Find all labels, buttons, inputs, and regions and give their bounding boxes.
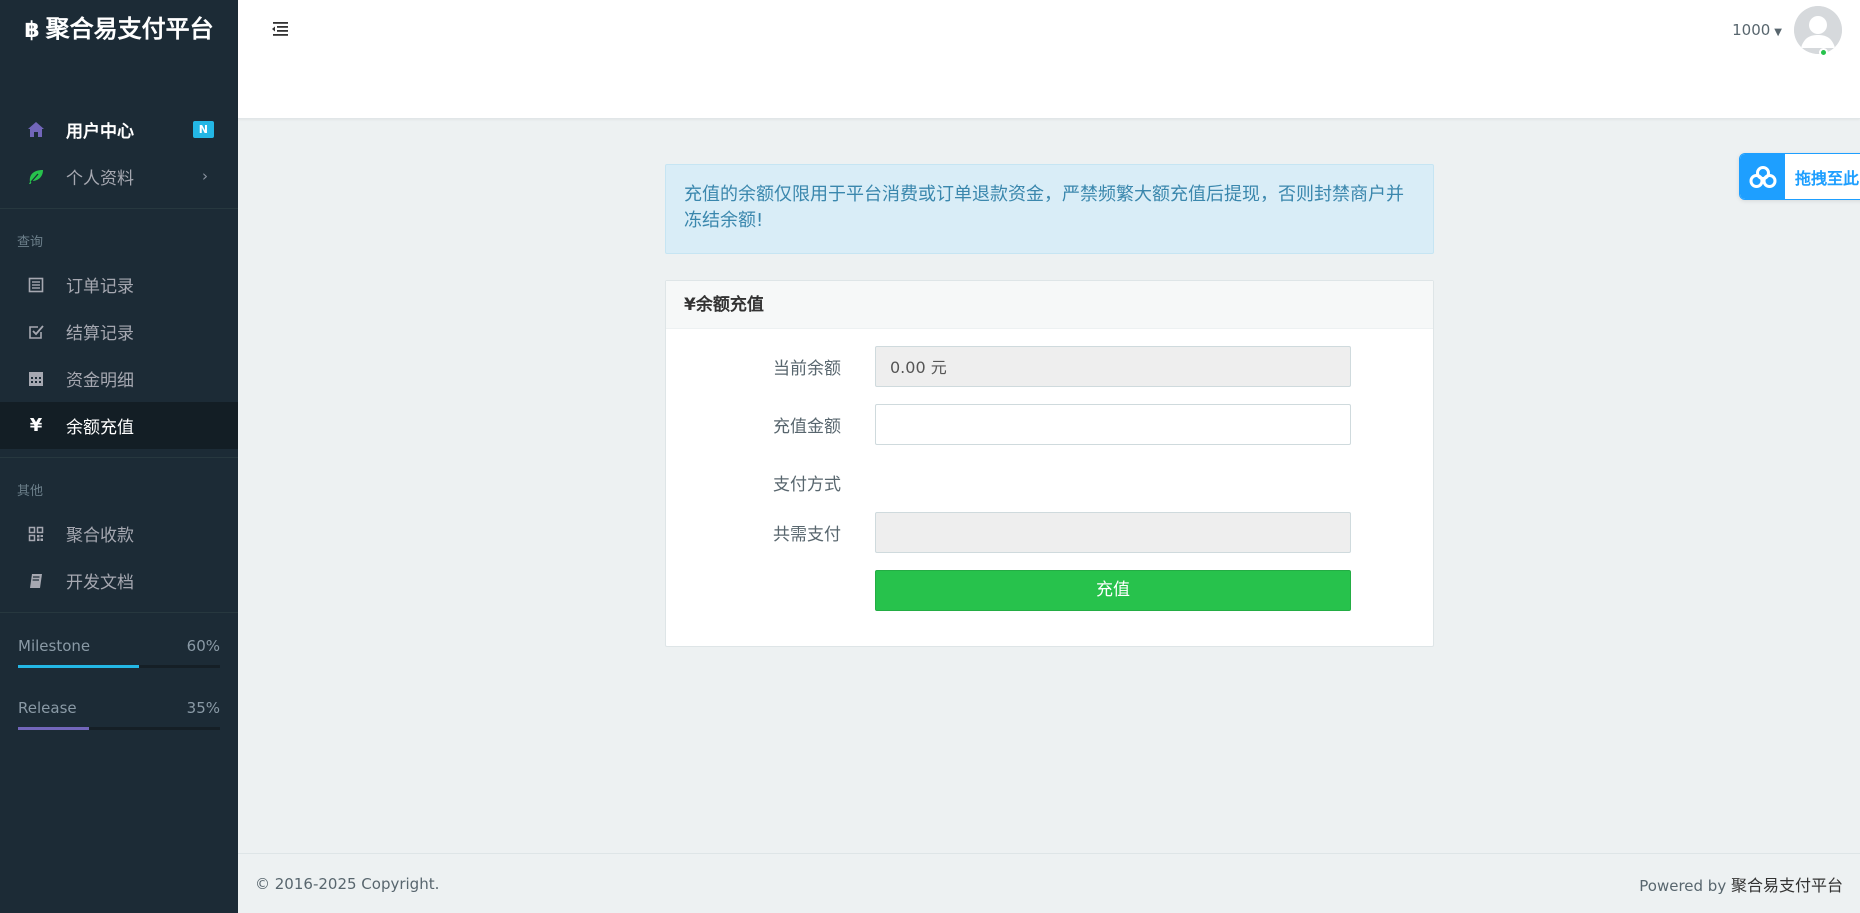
progress-bar-milestone bbox=[18, 665, 220, 668]
progress-block: Milestone 60% Release 35% bbox=[0, 633, 238, 730]
sidebar-item-aggregate-payment[interactable]: 聚合收款 bbox=[0, 510, 238, 557]
progress-fill bbox=[18, 665, 140, 668]
progress-label: Release bbox=[18, 699, 77, 717]
powered-by-prefix: Powered by bbox=[1639, 876, 1731, 895]
balance-field: 0.00 元 bbox=[875, 346, 1351, 387]
sidebar-item-orders[interactable]: 订单记录 bbox=[0, 261, 238, 308]
list-icon bbox=[26, 275, 46, 295]
qrcode-icon bbox=[26, 524, 46, 544]
powered-by-link[interactable]: 聚合易支付平台 bbox=[1731, 876, 1843, 895]
sidebar-item-recharge[interactable]: ¥ 余额充值 bbox=[0, 402, 238, 449]
sidebar-item-dev-docs[interactable]: 开发文档 bbox=[0, 557, 238, 604]
divider bbox=[0, 612, 238, 613]
caret-down-icon: ▼ bbox=[1774, 27, 1782, 38]
sidebar-item-label: 开发文档 bbox=[66, 573, 134, 593]
sidebar-item-label: 用户中心 bbox=[66, 122, 134, 142]
progress-label: Milestone bbox=[18, 637, 91, 655]
cloud-upload-icon bbox=[1740, 154, 1785, 199]
online-status-dot bbox=[1819, 48, 1828, 57]
avatar-wrapper[interactable] bbox=[1794, 6, 1842, 57]
username[interactable]: 1000 ▼ bbox=[1732, 21, 1782, 39]
total-label: 共需支付 bbox=[773, 525, 841, 545]
book-icon bbox=[26, 571, 46, 591]
sidebar-item-settlements[interactable]: 结算记录 bbox=[0, 308, 238, 355]
amount-row: 充值金额 bbox=[666, 404, 1433, 445]
paymethod-label: 支付方式 bbox=[773, 475, 841, 495]
avatar[interactable] bbox=[1794, 6, 1842, 54]
progress-row-release: Release 35% bbox=[18, 695, 220, 721]
leaf-icon bbox=[26, 167, 46, 187]
drag-drop-label: 拖拽至此 bbox=[1795, 168, 1860, 188]
sidebar-item-label: 个人资料 bbox=[66, 169, 134, 189]
sidebar-item-label: 订单记录 bbox=[66, 277, 134, 297]
progress-bar-release bbox=[18, 727, 220, 730]
menu-toggle-icon[interactable] bbox=[271, 20, 291, 38]
yen-icon: ¥ bbox=[29, 415, 43, 436]
brand[interactable]: ฿聚合易支付平台 bbox=[0, 0, 238, 106]
sidebar: ฿聚合易支付平台 用户中心 N 个人资料 › 查询 订单记录 结算记录 资金明细 bbox=[0, 0, 238, 913]
check-square-icon bbox=[26, 322, 46, 342]
sidebar-item-label: 余额充值 bbox=[66, 418, 134, 438]
balance-row: 当前余额 0.00 元 bbox=[666, 346, 1433, 387]
progress-row-milestone: Milestone 60% bbox=[18, 633, 220, 659]
sidebar-item-label: 结算记录 bbox=[66, 324, 134, 344]
copyright-text: © 2016-2025 Copyright. bbox=[255, 874, 440, 893]
brand-title: 聚合易支付平台 bbox=[45, 15, 214, 43]
progress-value: 60% bbox=[186, 637, 220, 655]
progress-value: 35% bbox=[186, 699, 220, 717]
sidebar-item-profile[interactable]: 个人资料 › bbox=[0, 153, 238, 200]
total-field bbox=[875, 512, 1351, 553]
new-badge: N bbox=[192, 121, 214, 138]
drag-drop-widget[interactable]: 拖拽至此 bbox=[1739, 153, 1860, 200]
panel-title: ¥余额充值 bbox=[666, 281, 1433, 329]
recharge-panel: ¥余额充值 当前余额 0.00 元 充值金额 支付方式 共需支付 充值 bbox=[665, 280, 1434, 647]
powered-by: Powered by 聚合易支付平台 bbox=[1639, 872, 1843, 896]
footer: © 2016-2025 Copyright. Powered by 聚合易支付平… bbox=[238, 853, 1860, 913]
amount-input[interactable] bbox=[875, 404, 1351, 445]
amount-label: 充值金额 bbox=[773, 417, 841, 437]
sidebar-item-funds[interactable]: 资金明细 bbox=[0, 355, 238, 402]
paymethod-row: 支付方式 bbox=[666, 462, 1433, 503]
calendar-icon bbox=[26, 369, 46, 389]
progress-fill bbox=[18, 727, 89, 730]
recharge-button[interactable]: 充值 bbox=[875, 570, 1351, 611]
bitcoin-icon: ฿ bbox=[24, 18, 40, 43]
sidebar-item-label: 资金明细 bbox=[66, 371, 134, 391]
submit-row: 充值 bbox=[666, 570, 1433, 611]
sidebar-item-label: 聚合收款 bbox=[66, 526, 134, 546]
chevron-right-icon: › bbox=[202, 167, 208, 185]
total-row: 共需支付 bbox=[666, 512, 1433, 553]
section-header-query: 查询 bbox=[17, 235, 44, 250]
balance-label: 当前余额 bbox=[773, 359, 841, 379]
sidebar-item-user-center[interactable]: 用户中心 N bbox=[0, 106, 238, 153]
top-header: 1000 ▼ bbox=[238, 0, 1860, 119]
home-icon bbox=[26, 120, 46, 140]
user-menu[interactable]: 1000 ▼ bbox=[1732, 6, 1842, 57]
recharge-notice-alert: 充值的余额仅限用于平台消费或订单退款资金，严禁频繁大额充值后提现，否则封禁商户并… bbox=[665, 164, 1434, 254]
section-header-other: 其他 bbox=[17, 484, 44, 499]
